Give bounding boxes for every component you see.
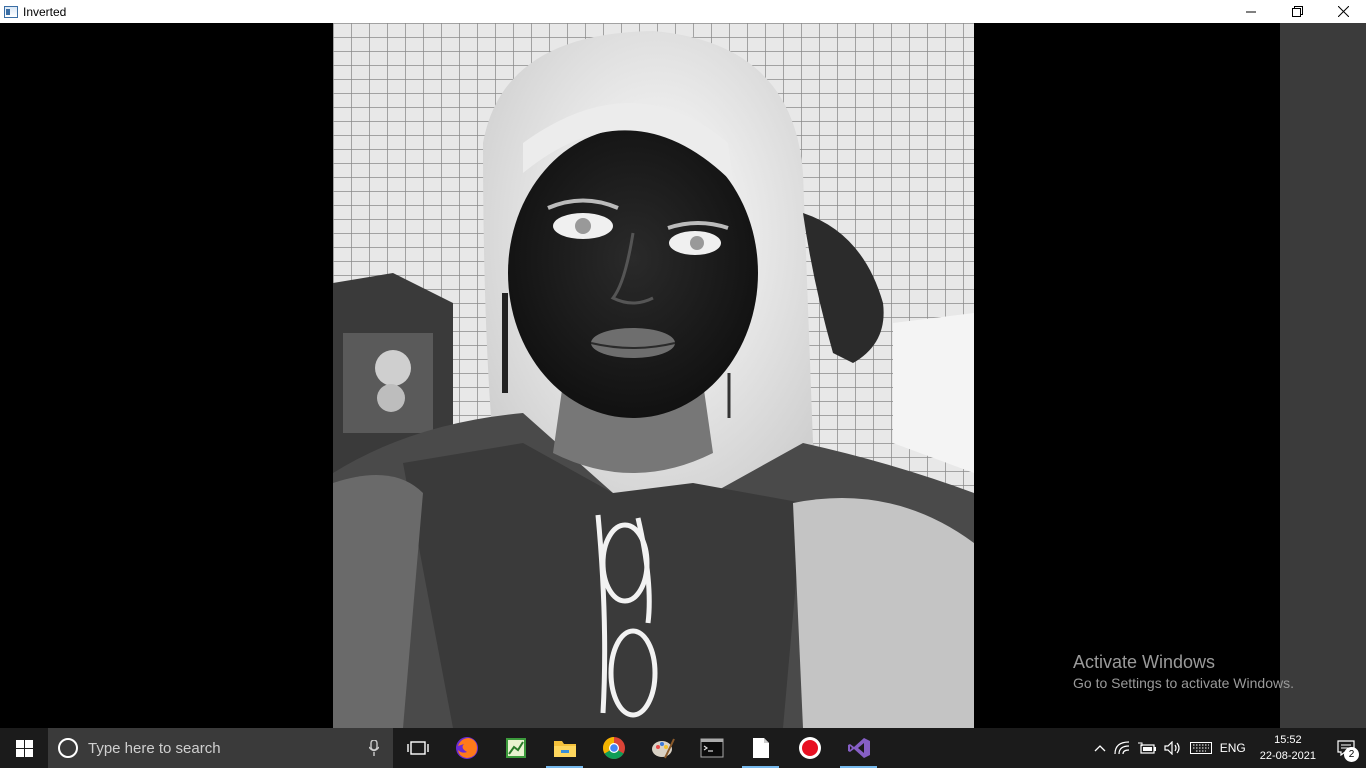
taskbar-search-box[interactable]: Type here to search [48,728,393,768]
activate-windows-subtitle: Go to Settings to activate Windows. [1073,675,1294,691]
chart-app-icon [505,738,526,758]
app-window-icon[interactable] [4,5,18,18]
taskbar-paint[interactable] [638,728,687,768]
record-icon [798,737,821,759]
search-placeholder: Type here to search [88,739,221,757]
activate-windows-watermark: Activate Windows Go to Settings to activ… [1073,651,1294,692]
minimize-icon [1246,11,1256,12]
volume-button[interactable] [1160,728,1186,768]
wifi-icon [1114,741,1129,755]
taskbar-file-explorer[interactable] [540,728,589,768]
close-icon [1337,6,1349,17]
taskbar-chrome[interactable] [589,728,638,768]
minimize-button[interactable] [1228,0,1274,23]
clock-date: 22-08-2021 [1259,750,1316,762]
image-viewport: Activate Windows Go to Settings to activ… [0,23,1366,728]
restore-button[interactable] [1274,0,1320,23]
right-gray-panel [1280,23,1366,728]
window-title: Inverted [23,4,67,19]
touch-keyboard-button[interactable] [1186,728,1216,768]
start-button[interactable] [0,728,48,768]
firefox-icon [455,737,478,759]
taskbar: Type here to search ENG 15:52 22-08-2021… [0,728,1366,768]
battery-icon [1137,742,1156,754]
restore-icon [1291,6,1303,17]
speaker-icon [1164,741,1180,755]
input-language-button[interactable]: ENG [1216,728,1250,768]
show-hidden-icons-button[interactable] [1090,728,1110,768]
clock-time: 15:52 [1274,734,1302,746]
notepad-icon [752,738,769,758]
inverted-photo [333,23,974,728]
task-view-button[interactable] [393,728,442,768]
window-title-bar[interactable]: Inverted [0,0,1366,23]
file-explorer-icon [553,741,576,757]
window-controls [1228,0,1366,23]
taskbar-terminal[interactable] [687,728,736,768]
system-tray: ENG 15:52 22-08-2021 2 [1090,728,1366,768]
chevron-up-icon [1094,745,1106,752]
clock-button[interactable]: 15:52 22-08-2021 [1250,732,1326,764]
inverted-portrait-image [333,23,974,728]
paint-icon [651,738,675,759]
chrome-icon [602,737,625,759]
cortana-icon[interactable] [58,738,78,758]
taskbar-recorder[interactable] [785,728,834,768]
taskbar-firefox[interactable] [442,728,491,768]
task-view-icon [406,741,429,755]
taskbar-visual-studio[interactable] [834,728,883,768]
terminal-icon [700,738,723,758]
windows-logo-icon [15,739,33,757]
microphone-icon[interactable] [369,740,379,756]
keyboard-icon [1189,742,1212,754]
network-button[interactable] [1110,728,1134,768]
visual-studio-icon [847,738,870,758]
notification-count-badge: 2 [1344,747,1359,762]
action-center-button[interactable]: 2 [1326,728,1366,768]
activate-windows-title: Activate Windows [1073,652,1216,672]
taskbar-notepad[interactable] [736,728,785,768]
close-button[interactable] [1320,0,1366,23]
battery-button[interactable] [1134,728,1160,768]
taskbar-chart-app[interactable] [491,728,540,768]
